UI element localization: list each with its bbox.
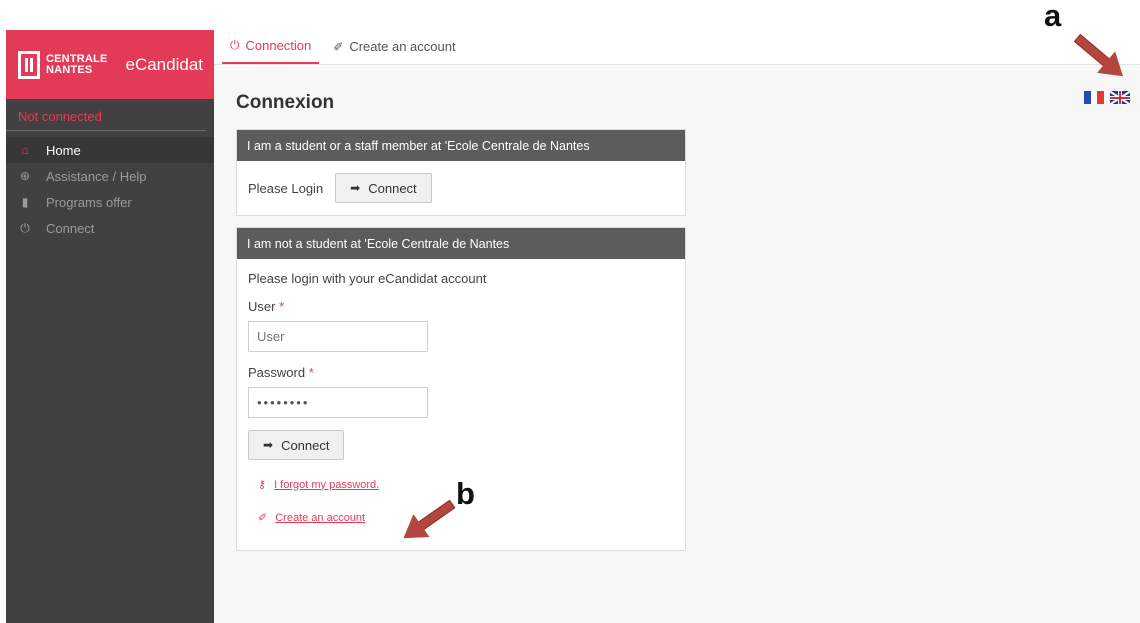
logo-text-top: CENTRALE [46, 52, 108, 65]
user-input[interactable] [248, 321, 428, 352]
user-label: User * [248, 299, 285, 314]
french-flag-icon[interactable] [1084, 91, 1105, 104]
forgot-password-link[interactable]: I forgot my password. [274, 479, 379, 491]
connection-status: Not connected [6, 99, 206, 131]
wand-icon: ✐ [258, 512, 268, 524]
wand-icon: ✐ [333, 39, 344, 54]
student-login-panel: I am a student or a staff member at 'Eco… [236, 129, 686, 216]
app-name: eCandidat [125, 54, 204, 74]
sidebar-item-assistance[interactable]: ⊕ Assistance / Help [6, 163, 214, 189]
lifebuoy-icon: ⊕ [19, 169, 31, 183]
tab-connection[interactable]: ⏻ Connection [222, 29, 320, 64]
sidebar-item-label: Programs offer [46, 194, 132, 210]
login-prompt: Please Login [248, 180, 324, 196]
sidebar-item-label: Assistance / Help [46, 168, 147, 184]
brand-header: CENTRALE NANTES eCandidat [6, 30, 214, 99]
language-switcher [1084, 91, 1130, 104]
create-account-link[interactable]: Create an account [275, 512, 365, 524]
tab-label: Connection [245, 38, 312, 53]
sign-in-icon: ➡ [350, 181, 361, 195]
sign-in-icon: ➡ [263, 438, 274, 452]
sidebar-item-home[interactable]: ⌂ Home [6, 137, 214, 163]
key-icon: ⚷ [258, 479, 267, 491]
home-icon: ⌂ [21, 143, 29, 157]
power-icon: ⏻ [20, 220, 30, 235]
password-label: Password * [248, 365, 314, 380]
annotation-label-a: a [1044, 0, 1062, 33]
logo-text-bottom: NANTES [46, 63, 93, 76]
sidebar-item-programs[interactable]: ▮ Programs offer [6, 189, 214, 215]
sidebar-item-label: Connect [46, 220, 95, 236]
login-intro: Please login with your eCandidat account [248, 271, 487, 286]
panel-heading: I am not a student at 'Ecole Centrale de… [237, 228, 685, 259]
page-title: Connexion [236, 92, 335, 113]
tab-create-account[interactable]: ✐ Create an account [325, 29, 463, 64]
sidebar: CENTRALE NANTES eCandidat Not connected … [6, 30, 214, 623]
sidebar-nav: ⌂ Home ⊕ Assistance / Help ▮ Programs of… [6, 137, 214, 241]
english-flag-icon[interactable] [1110, 91, 1130, 104]
student-connect-button[interactable]: ➡ Connect [335, 173, 432, 203]
tab-label: Create an account [349, 39, 456, 54]
panel-heading: I am a student or a staff member at 'Eco… [237, 130, 685, 161]
logo-mark-icon [18, 50, 40, 79]
bookmark-icon: ▮ [21, 195, 29, 209]
centrale-nantes-logo[interactable]: CENTRALE NANTES [18, 50, 108, 79]
sidebar-item-connect[interactable]: ⏻ Connect [6, 215, 214, 241]
password-input[interactable]: •••••••• [248, 387, 428, 418]
main-content: ⏻ Connection ✐ Create an account Connexi… [214, 30, 1140, 623]
power-icon: ⏻ [230, 38, 240, 52]
top-tabs: ⏻ Connection ✐ Create an account [214, 30, 1140, 65]
annotation-label-b: b [456, 476, 475, 511]
account-connect-button[interactable]: ➡ Connect [248, 430, 345, 460]
sidebar-item-label: Home [46, 142, 81, 158]
